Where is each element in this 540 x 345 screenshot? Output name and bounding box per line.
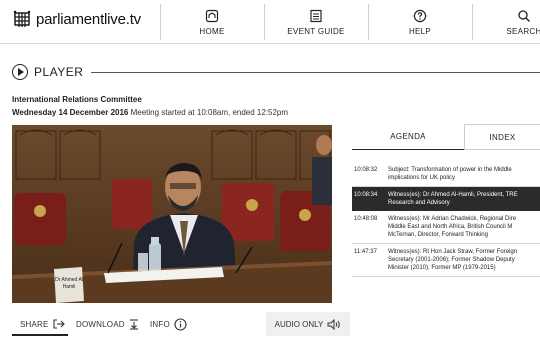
speaker-icon	[327, 318, 341, 330]
download-label: DOWNLOAD	[76, 319, 125, 329]
svg-text:Dr Ahmed Al: Dr Ahmed Al	[55, 277, 83, 283]
agenda-line: Minister (2010); Former MP (1979-2015)	[388, 265, 496, 271]
tab-index[interactable]: INDEX	[464, 124, 540, 150]
site-logo[interactable]: parliamentlive.tv	[12, 9, 141, 29]
agenda-time: 10:48:08	[354, 216, 378, 222]
download-button[interactable]: DOWNLOAD	[76, 312, 139, 336]
video-frame-image: Dr Ahmed Al Hamli	[12, 125, 332, 303]
agenda-list: 10:08:32 Subject: Transformation of powe…	[352, 162, 540, 277]
share-label: SHARE	[20, 319, 49, 329]
agenda-time: 10:08:32	[354, 167, 378, 173]
session-status: Meeting started at 10:08am, ended 12:52p…	[130, 108, 289, 117]
help-icon	[413, 9, 427, 22]
nav-search[interactable]: SEARCH	[472, 0, 540, 44]
agenda-time: 10:08:34	[354, 192, 378, 198]
agenda-text: Witness(es): Mr Adrian Chadwick, Regiona…	[388, 215, 538, 239]
video-player[interactable]: Dr Ahmed Al Hamli	[12, 125, 332, 303]
svg-text:Hamli: Hamli	[63, 284, 76, 290]
nav-home-label: HOME	[199, 26, 225, 36]
player-heading: PLAYER	[12, 64, 540, 80]
top-navigation-bar: parliamentlive.tv HOME EVENT GUIDE HELP	[0, 0, 540, 44]
agenda-line: implications for UK policy	[388, 175, 456, 181]
heading-rule	[91, 71, 540, 73]
home-icon	[205, 9, 219, 22]
agenda-text: Witness(es): Dr Ahmed Al-Hamli, Presiden…	[388, 191, 538, 207]
agenda-line: Middle East and North Africa, British Co…	[388, 224, 513, 230]
agenda-line: McTernan, Director, Forward Thinking	[388, 232, 488, 238]
nav-event-guide[interactable]: EVENT GUIDE	[264, 0, 368, 44]
tab-agenda[interactable]: AGENDA	[352, 124, 464, 150]
session-info: Wednesday 14 December 2016 Meeting start…	[12, 108, 288, 117]
agenda-index-tabs: AGENDA INDEX	[352, 124, 540, 150]
agenda-line: Subject: Transformation of power in the …	[388, 167, 512, 173]
player-title: PLAYER	[34, 65, 84, 79]
search-icon	[518, 9, 530, 22]
info-button[interactable]: INFO	[150, 312, 187, 336]
agenda-item[interactable]: 10:08:32 Subject: Transformation of powe…	[352, 162, 540, 187]
share-underline	[12, 334, 68, 336]
agenda-time: 11:47:37	[354, 249, 377, 255]
tab-agenda-label: AGENDA	[390, 132, 426, 141]
audio-only-button[interactable]: AUDIO ONLY	[266, 312, 350, 336]
agenda-line: Witness(es): Rt Hon Jack Straw, Former F…	[388, 249, 518, 255]
agenda-text: Witness(es): Rt Hon Jack Straw, Former F…	[388, 248, 538, 272]
session-date: Wednesday 14 December 2016	[12, 108, 129, 117]
tab-index-label: INDEX	[489, 132, 516, 142]
nav-help-label: HELP	[408, 26, 432, 36]
nav-search-label: SEARCH	[506, 26, 540, 36]
info-icon	[174, 317, 187, 331]
logo-text: parliamentlive.tv	[36, 10, 141, 28]
info-label: INFO	[150, 319, 170, 329]
agenda-item-active[interactable]: 10:08:34 Witness(es): Dr Ahmed Al-Hamli,…	[352, 187, 540, 211]
agenda-text: Subject: Transformation of power in the …	[388, 166, 538, 182]
player-controls: SHARE DOWNLOAD INFO AUDIO ONLY	[12, 312, 350, 336]
agenda-line: Secretary (2001-2006); Former Shadow Dep…	[388, 257, 515, 263]
share-button[interactable]: SHARE	[20, 312, 65, 336]
agenda-item[interactable]: 11:47:37 Witness(es): Rt Hon Jack Straw,…	[352, 244, 540, 277]
committee-name: International Relations Committee	[12, 95, 142, 104]
event-guide-icon	[310, 9, 322, 22]
download-icon	[129, 318, 138, 330]
agenda-line: Research and Advisory	[388, 200, 450, 206]
nav-event-guide-label: EVENT GUIDE	[287, 26, 345, 36]
play-circle-icon	[12, 64, 28, 80]
agenda-line: Witness(es): Mr Adrian Chadwick, Regiona…	[388, 216, 517, 222]
portcullis-logo-icon	[13, 10, 31, 27]
share-icon	[53, 319, 65, 329]
nav-home[interactable]: HOME	[160, 0, 264, 44]
audio-only-label: AUDIO ONLY	[274, 319, 324, 329]
nav-help[interactable]: HELP	[368, 0, 472, 44]
agenda-item[interactable]: 10:48:08 Witness(es): Mr Adrian Chadwick…	[352, 211, 540, 244]
agenda-line: Witness(es): Dr Ahmed Al-Hamli, Presiden…	[388, 192, 518, 198]
